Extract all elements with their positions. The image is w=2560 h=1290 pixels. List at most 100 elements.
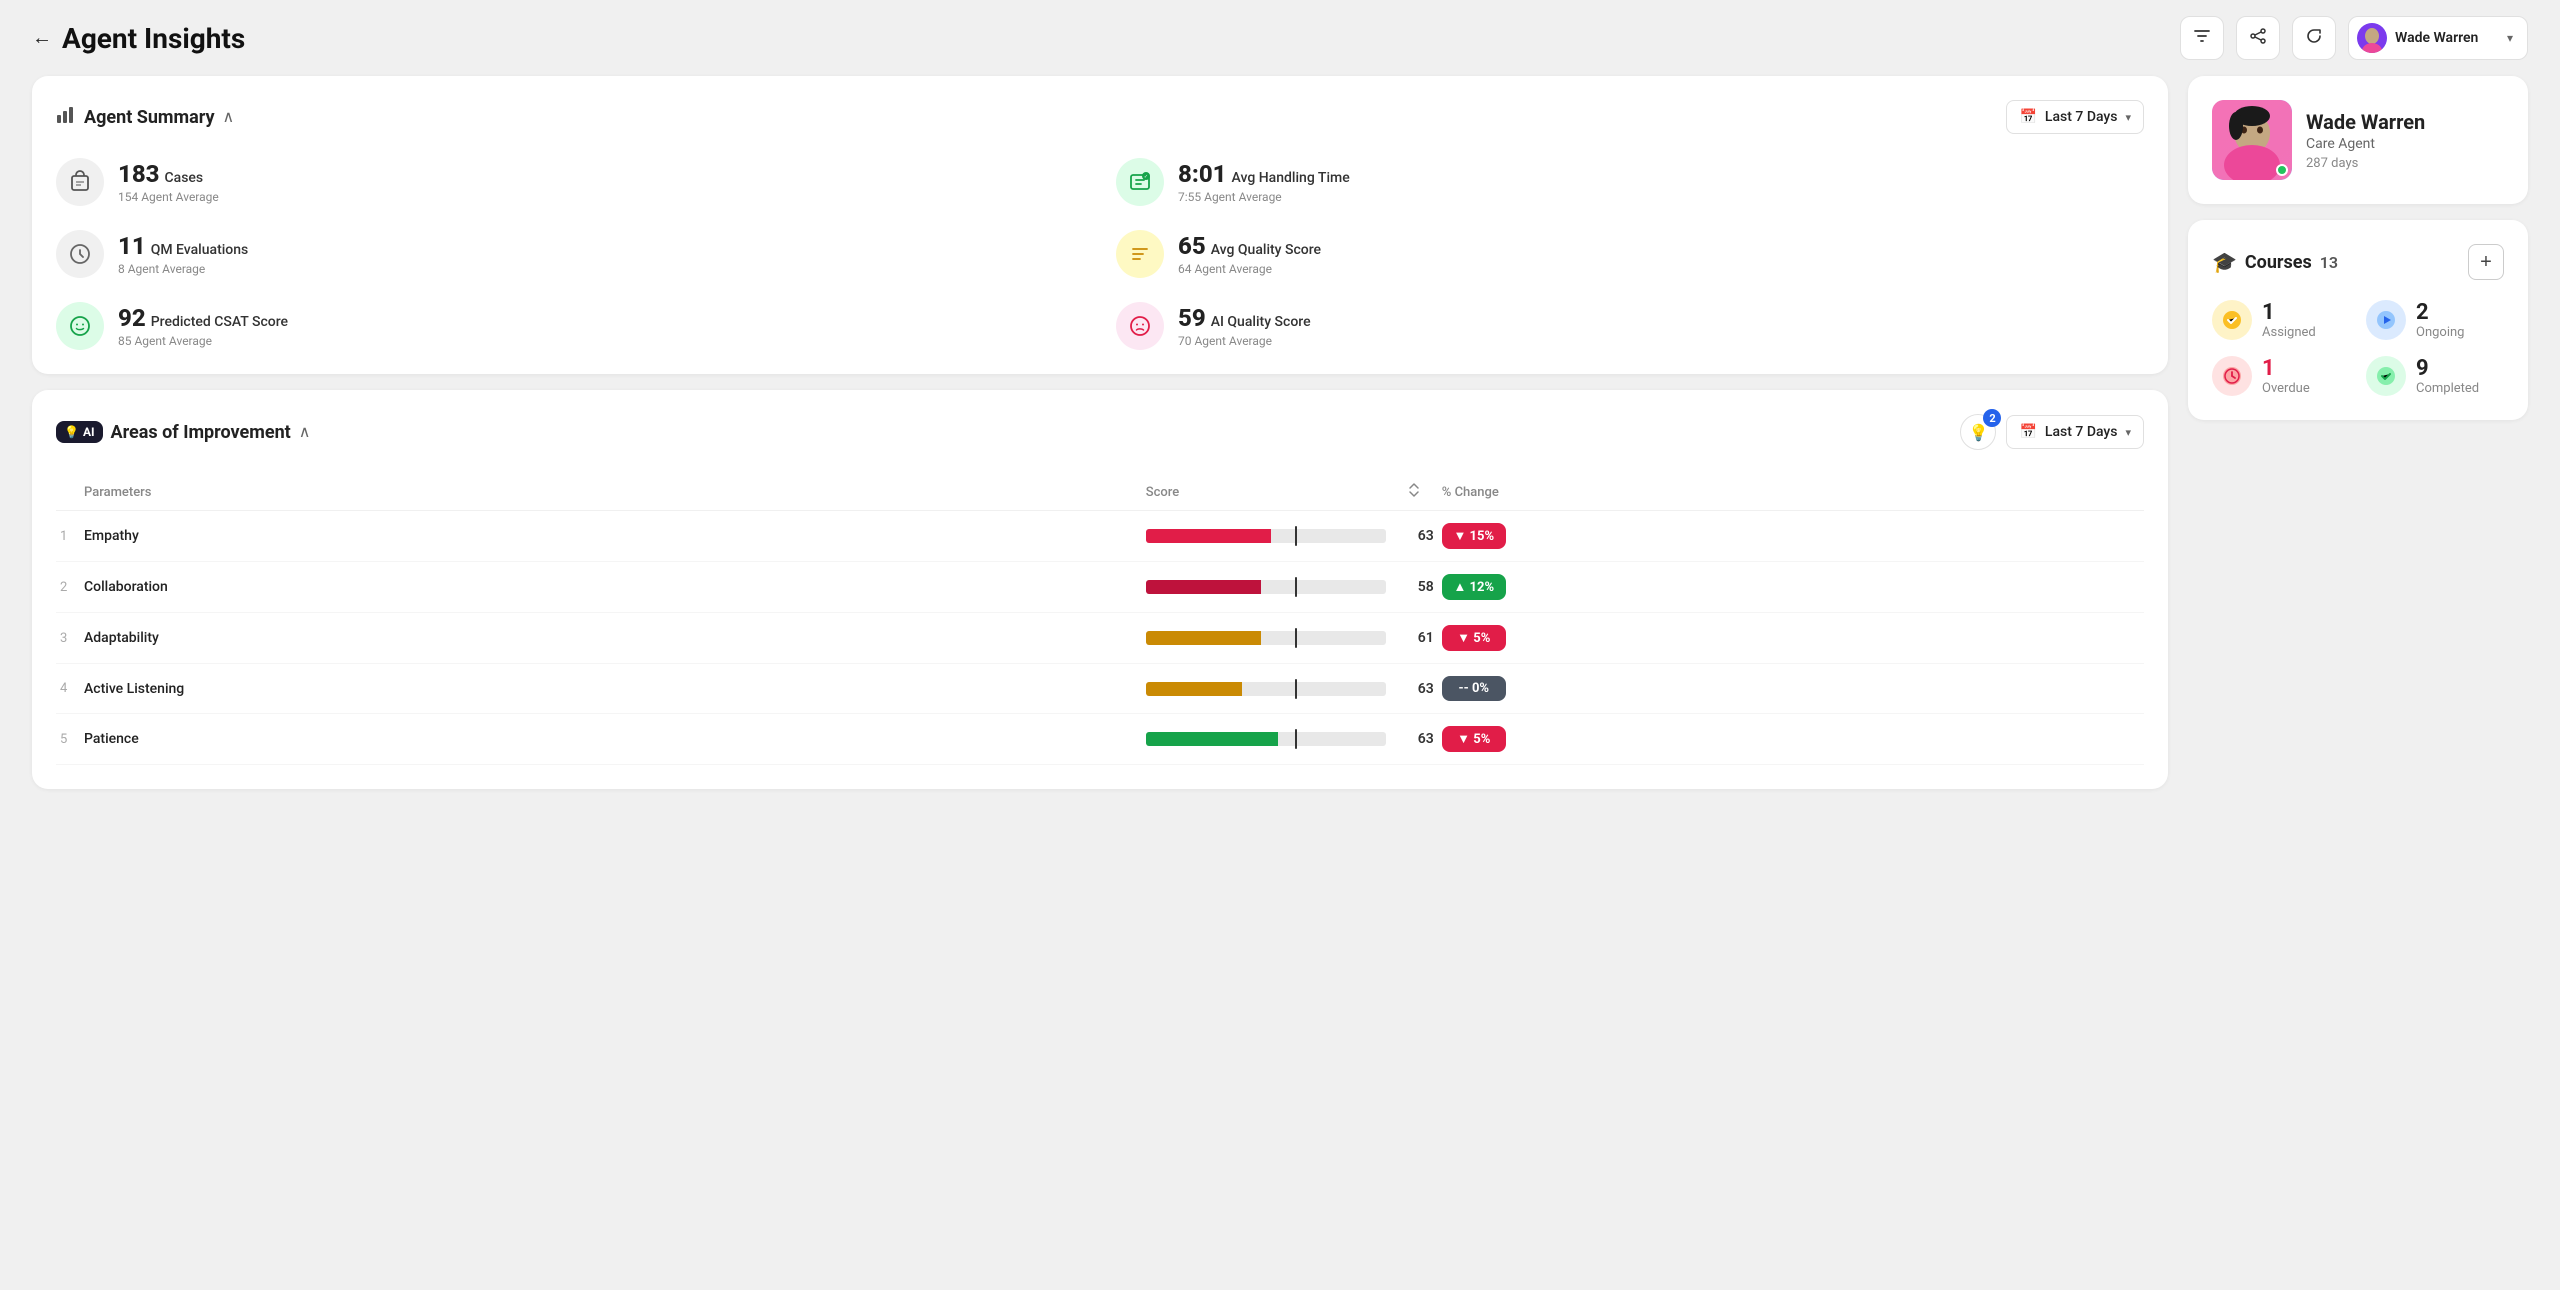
stat-handling-time: ✓ 8:01 Avg Handling Time 7:55 Agent Aver… (1116, 158, 2144, 206)
courses-count: 13 (2320, 253, 2338, 272)
param-name: Patience (80, 714, 1142, 765)
badge-count: 2 (1983, 409, 2001, 427)
add-course-button[interactable]: + (2468, 244, 2504, 280)
aoi-collapse-button[interactable]: ∧ (299, 422, 311, 442)
courses-icon: 🎓 (2212, 250, 2237, 274)
agent-profile: Wade Warren Care Agent 287 days (2212, 100, 2504, 180)
agent-selector[interactable]: Wade Warren ▾ (2348, 16, 2528, 60)
pct-change: -- 0% (1438, 664, 2144, 714)
right-column: Wade Warren Care Agent 287 days 🎓 Course… (2188, 76, 2528, 789)
aoi-table: Parameters Score % Change (56, 474, 2144, 765)
collapse-button[interactable]: ∧ (223, 107, 235, 127)
date-label-summary: Last 7 Days (2045, 109, 2118, 125)
agent-role: Care Agent (2306, 136, 2425, 152)
row-rank: 3 (56, 613, 80, 664)
calendar-icon: 📅 (2019, 424, 2036, 440)
bar-cell (1142, 613, 1402, 664)
agent-avatar-large (2212, 100, 2292, 180)
refresh-button[interactable] (2292, 16, 2336, 60)
row-rank: 5 (56, 714, 80, 765)
left-column: Agent Summary ∧ 📅 Last 7 Days ▾ (32, 76, 2168, 789)
main-content: Agent Summary ∧ 📅 Last 7 Days ▾ (0, 76, 2560, 821)
agent-days: 287 days (2306, 156, 2425, 171)
agent-summary-title: Agent Summary (84, 107, 215, 128)
th-sort-icon[interactable] (1402, 474, 1438, 511)
course-stat-assigned: 1 Assigned (2212, 300, 2350, 340)
bar-cell (1142, 511, 1402, 562)
courses-header: 🎓 Courses 13 + (2212, 244, 2504, 280)
chevron-down-icon: ▾ (2125, 426, 2131, 439)
refresh-icon (2305, 27, 2323, 50)
bar-cell (1142, 562, 1402, 613)
course-stat-completed: 9 Completed (2366, 356, 2504, 396)
score-value: 61 (1402, 613, 1438, 664)
filter-button[interactable] (2180, 16, 2224, 60)
row-rank: 2 (56, 562, 80, 613)
share-button[interactable] (2236, 16, 2280, 60)
handling-time-icon: ✓ (1116, 158, 1164, 206)
sort-icon (1406, 487, 1422, 502)
lightbulb-button[interactable]: 💡 2 (1960, 414, 1996, 450)
agent-info: Wade Warren Care Agent 287 days (2306, 110, 2425, 171)
stat-cases-value: 183 Cases (118, 160, 219, 188)
agent-profile-card: Wade Warren Care Agent 287 days (2188, 76, 2528, 204)
chevron-down-icon: ▾ (2125, 111, 2131, 124)
aoi-header-right: 💡 2 📅 Last 7 Days ▾ (1960, 414, 2144, 450)
aoi-title: Areas of Improvement (111, 422, 291, 443)
page-title: Agent Insights (62, 22, 245, 55)
calendar-icon: 📅 (2019, 109, 2036, 125)
stat-qm-evals: 11 QM Evaluations 8 Agent Average (56, 230, 1084, 278)
stats-grid: 183 Cases 154 Agent Average ✓ (56, 158, 2144, 350)
score-value: 63 (1402, 664, 1438, 714)
stat-ai-quality: 59 AI Quality Score 70 Agent Average (1116, 302, 2144, 350)
aoi-card-header: 💡 AI Areas of Improvement ∧ 💡 2 📅 Last 7… (56, 414, 2144, 450)
ongoing-label: Ongoing (2416, 325, 2464, 340)
table-row: 1 Empathy 63 ▼ 15% (56, 511, 2144, 562)
stat-handling-time-value: 8:01 Avg Handling Time (1178, 160, 1350, 188)
back-button[interactable]: ← (32, 27, 52, 50)
table-row: 3 Adaptability 61 ▼ 5% (56, 613, 2144, 664)
cases-icon (56, 158, 104, 206)
score-value: 58 (1402, 562, 1438, 613)
ongoing-count: 2 (2416, 300, 2464, 325)
pct-change: ▼ 5% (1438, 714, 2144, 765)
aoi-card: 💡 AI Areas of Improvement ∧ 💡 2 📅 Last 7… (32, 390, 2168, 789)
date-dropdown-summary[interactable]: 📅 Last 7 Days ▾ (2006, 100, 2144, 134)
date-label-aoi: Last 7 Days (2045, 424, 2118, 440)
ai-badge-label: AI (83, 425, 95, 439)
agent-summary-title-group: Agent Summary ∧ (56, 105, 234, 130)
online-indicator (2276, 164, 2288, 176)
stat-handling-time-text: 8:01 Avg Handling Time 7:55 Agent Averag… (1178, 160, 1350, 204)
agent-summary-card: Agent Summary ∧ 📅 Last 7 Days ▾ (32, 76, 2168, 374)
param-name: Active Listening (80, 664, 1142, 714)
overdue-count: 1 (2262, 356, 2310, 381)
stat-csat: 92 Predicted CSAT Score 85 Agent Average (56, 302, 1084, 350)
bar-chart-icon (56, 105, 76, 130)
courses-grid: 1 Assigned 2 Ongoing (2212, 300, 2504, 396)
table-row: 5 Patience 63 ▼ 5% (56, 714, 2144, 765)
courses-title-group: 🎓 Courses 13 (2212, 250, 2338, 274)
th-pct-change: % Change (1438, 474, 2144, 511)
share-icon (2249, 27, 2267, 50)
assigned-label: Assigned (2262, 325, 2316, 340)
courses-title: Courses (2245, 252, 2312, 273)
assigned-icon-circle (2212, 300, 2252, 340)
completed-count: 9 (2416, 356, 2479, 381)
score-value: 63 (1402, 714, 1438, 765)
param-name: Collaboration (80, 562, 1142, 613)
stat-qm-evals-text: 11 QM Evaluations 8 Agent Average (118, 232, 248, 276)
header-left: ← Agent Insights (32, 22, 245, 55)
th-score: Score (1142, 474, 1402, 511)
aoi-title-group: 💡 AI Areas of Improvement ∧ (56, 421, 310, 443)
header: ← Agent Insights (0, 0, 2560, 76)
ai-badge-icon: 💡 (64, 425, 79, 439)
pct-change: ▼ 5% (1438, 613, 2144, 664)
param-name: Adaptability (80, 613, 1142, 664)
th-parameters: Parameters (80, 474, 1142, 511)
bar-cell (1142, 714, 1402, 765)
stat-cases: 183 Cases 154 Agent Average (56, 158, 1084, 206)
filter-icon (2193, 27, 2211, 50)
courses-card: 🎓 Courses 13 + 1 Assigned (2188, 220, 2528, 420)
date-dropdown-aoi[interactable]: 📅 Last 7 Days ▾ (2006, 415, 2144, 449)
row-rank: 4 (56, 664, 80, 714)
